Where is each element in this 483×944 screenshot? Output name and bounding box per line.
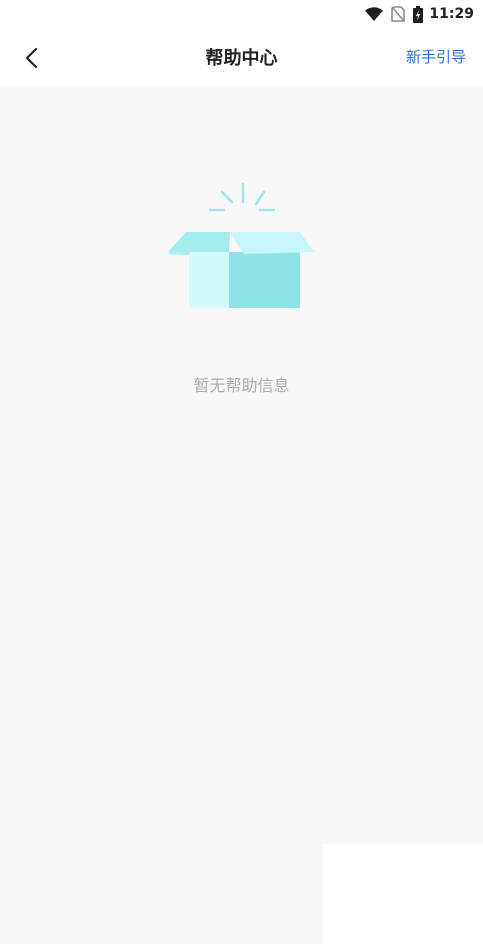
beginner-guide-link[interactable]: 新手引导 (406, 46, 466, 67)
wifi-icon (365, 7, 384, 21)
empty-state-message: 暂无帮助信息 (193, 376, 290, 395)
no-sim-icon (391, 6, 406, 22)
main-content: 暂无帮助信息 (0, 86, 483, 944)
battery-icon (413, 5, 424, 23)
empty-box-icon (168, 182, 314, 308)
decorative-corner (323, 844, 483, 944)
status-time: 11:29 (429, 6, 474, 22)
status-bar: 11:29 (0, 0, 483, 28)
app-header: 帮助中心 新手引导 (0, 28, 483, 86)
